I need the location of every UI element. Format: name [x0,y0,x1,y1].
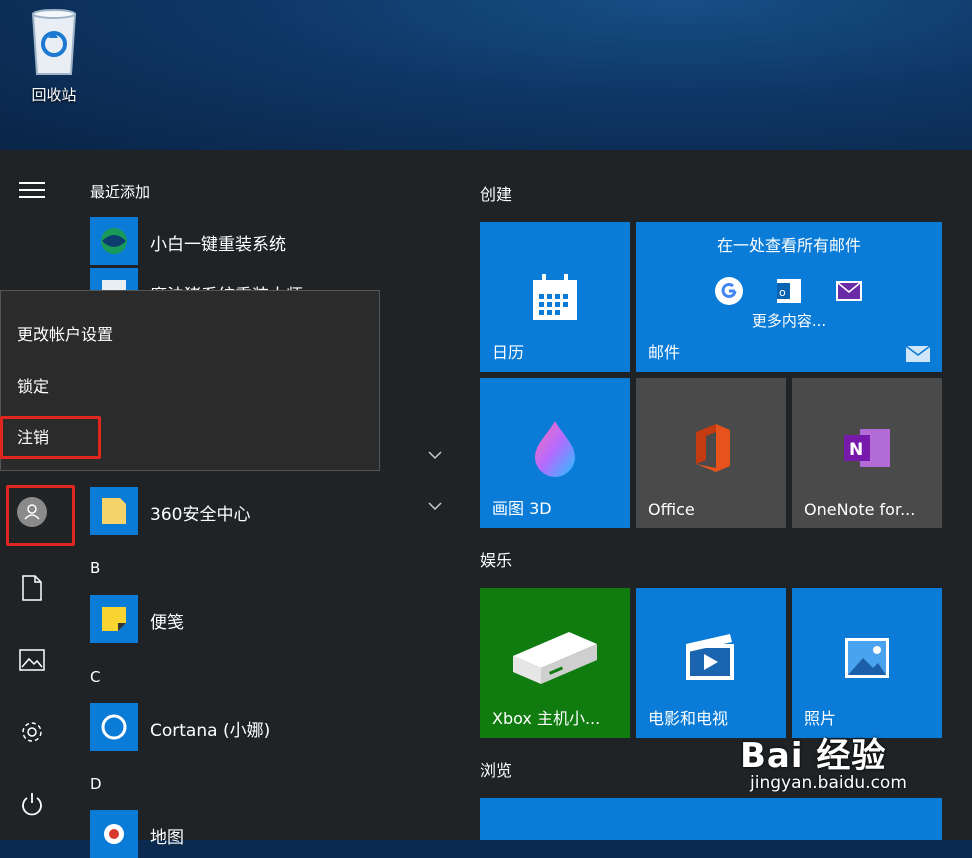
group-create-header[interactable]: 创建 [480,181,512,205]
tile-label: 日历 [492,343,525,362]
movies-tv-tile[interactable]: 电影和电视 [636,588,786,738]
baidu-watermark: Bai 经验 jingyan.baidu.com [740,728,907,793]
recycle-bin-shortcut[interactable]: 回收站 [18,8,90,105]
app-cortana[interactable]: Cortana (小娜) [90,703,450,751]
tile-label: 邮件 [648,343,681,362]
tile-label: Xbox 主机小... [492,709,601,728]
section-letter-b[interactable]: B [90,559,100,577]
calendar-tile[interactable]: 日历 [480,222,630,372]
recent-section-header: 最近添加 [90,183,151,201]
section-letter-d[interactable]: D [90,775,102,793]
chevron-down-icon[interactable] [428,501,442,511]
movies-icon [686,634,734,680]
settings-button[interactable] [14,714,50,750]
svg-text:o: o [779,286,786,299]
folder-icon [90,487,138,535]
change-account-settings-item[interactable]: 更改帐户设置 [17,321,113,345]
onenote-tile[interactable]: N OneNote for... [792,378,942,528]
mail-envelope-icon [836,281,862,301]
tile-label: 照片 [804,709,837,728]
section-letter-c[interactable]: C [90,668,100,686]
group-browse-header[interactable]: 浏览 [480,757,512,781]
pictures-button[interactable] [14,642,50,678]
google-icon [715,277,743,305]
group-entertainment-header[interactable]: 娱乐 [480,547,512,571]
pictures-icon [19,649,45,671]
outlook-icon: o [777,279,801,303]
app-360[interactable]: 360安全中心 [90,487,450,535]
app-sticky-notes[interactable]: 便笺 [90,595,450,643]
paint3d-icon [535,421,575,477]
xbox-console-icon [513,632,597,684]
photos-tile[interactable]: 照片 [792,588,942,738]
recycle-bin-label: 回收站 [31,86,77,104]
onenote-icon: N [844,429,890,467]
browse-tile[interactable] [480,798,942,840]
hamburger-menu-icon [19,182,45,198]
power-button[interactable] [14,786,50,822]
watermark-url: jingyan.baidu.com [750,773,907,793]
office-icon [696,424,730,472]
power-icon [22,793,42,816]
tile-label: Office [648,500,695,519]
desktop-background: 回收站 [0,0,972,150]
mail-badge-icon [906,346,930,362]
mail-tile[interactable]: 在一处查看所有邮件 o 更多内容... 邮件 [636,222,942,372]
mail-tile-title: 在一处查看所有邮件 [716,236,861,255]
tile-label: 画图 3D [492,499,552,518]
xiaobai-app-icon [90,217,138,265]
paint3d-tile[interactable]: 画图 3D [480,378,630,528]
app-label: Cortana (小娜) [150,721,271,741]
tile-label: OneNote for... [804,500,916,519]
app-maps[interactable]: 地图 [90,810,450,858]
documents-button[interactable] [14,570,50,606]
app-xiaobai[interactable]: 小白一键重装系统 [90,217,450,265]
sign-out-highlight [0,416,101,459]
document-icon [22,575,42,601]
app-label: 小白一键重装系统 [150,235,286,255]
app-label: 地图 [150,828,184,848]
gear-icon [22,722,42,742]
calendar-icon [533,274,577,320]
hamburger-menu-button[interactable] [14,172,50,208]
office-tile[interactable]: Office [636,378,786,528]
app-label: 便笺 [150,613,184,633]
watermark-brand: Bai 经验 [740,736,887,776]
maps-icon [90,810,138,858]
sticky-notes-icon [90,595,138,643]
cortana-icon [90,703,138,751]
recycle-bin-icon [31,9,77,75]
lock-item[interactable]: 锁定 [17,373,49,397]
user-avatar-highlight [6,485,75,546]
svg-text:N: N [849,440,863,460]
app-label: 360安全中心 [150,505,251,525]
photos-icon [845,638,889,678]
app-list: 最近添加 小白一键重装系统 魔法猪系统重装大师 360安全中心 B [90,150,450,858]
tile-label: 电影和电视 [648,709,729,728]
xbox-tile[interactable]: Xbox 主机小... [480,588,630,738]
mail-more-label: 更多内容... [751,312,827,330]
chevron-down-icon[interactable] [428,450,442,460]
